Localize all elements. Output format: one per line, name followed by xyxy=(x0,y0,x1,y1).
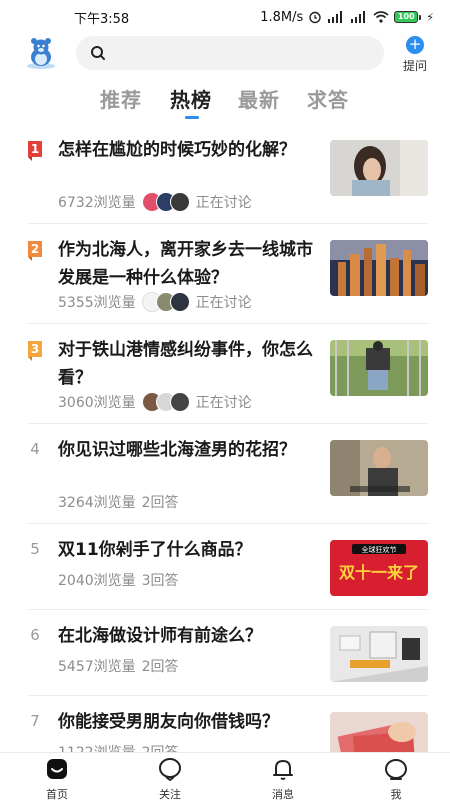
nav-follow[interactable]: 关注 xyxy=(140,757,200,800)
list-item[interactable]: 5 双11你剁手了什么商品？ 2040浏览量 3回答 全球狂欢节 双十一来了 xyxy=(0,524,450,610)
active-tab-indicator xyxy=(185,116,199,119)
question-title[interactable]: 作为北海人，离开家乡去一线城市发展是一种什么体验？ xyxy=(58,236,320,292)
question-meta: 3060浏览量 正在讨论 xyxy=(58,392,252,412)
nav-messages-label: 消息 xyxy=(272,788,294,800)
network-speed: 1.8M/s xyxy=(260,9,304,25)
alarm-icon xyxy=(309,11,321,24)
answer-count: 3回答 xyxy=(141,573,179,589)
view-count: 5355浏览量 xyxy=(58,295,136,311)
avatar xyxy=(169,292,190,312)
tab-latest[interactable]: 最新 xyxy=(238,84,280,113)
question-meta: 6732浏览量 正在讨论 xyxy=(58,192,252,212)
charging-icon: ⚡ xyxy=(426,10,434,24)
list-item[interactable]: 2 作为北海人，离开家乡去一线城市发展是一种什么体验？ 5355浏览量 正在讨论 xyxy=(0,224,450,324)
discussion-status: 正在讨论 xyxy=(195,395,252,411)
battery-level: 100 xyxy=(394,11,419,23)
follow-icon xyxy=(159,758,181,781)
view-count: 3264浏览量 xyxy=(58,495,136,511)
question-thumbnail: 全球狂欢节 双十一来了 xyxy=(330,540,428,596)
nav-home[interactable]: 首页 xyxy=(27,757,87,800)
view-count: 6732浏览量 xyxy=(58,195,136,211)
nav-messages[interactable]: 消息 xyxy=(253,757,313,800)
question-meta: 5457浏览量 2回答 xyxy=(58,656,179,676)
question-meta: 5355浏览量 正在讨论 xyxy=(58,292,252,312)
bottom-navigation: 首页 关注 消息 我 xyxy=(0,752,450,800)
list-item[interactable]: 4 你见识过哪些北海渣男的花招？ 3264浏览量 2回答 xyxy=(0,424,450,524)
participant-avatars xyxy=(141,292,190,312)
rank-number: 4 xyxy=(30,440,40,458)
participant-avatars xyxy=(141,192,190,212)
rank-number: 7 xyxy=(30,712,40,730)
profile-icon xyxy=(385,759,407,780)
plus-icon: + xyxy=(406,36,424,54)
discussion-status: 正在讨论 xyxy=(195,195,252,211)
tab-recommend[interactable]: 推荐 xyxy=(100,84,142,113)
discussion-status: 正在讨论 xyxy=(195,295,252,311)
list-item[interactable]: 1 怎样在尴尬的时候巧妙的化解？ 6732浏览量 正在讨论 xyxy=(0,124,450,224)
feed-tabs: 推荐 热榜 最新 求答 xyxy=(0,84,450,122)
search-icon xyxy=(91,46,105,60)
list-item[interactable]: 7 你能接受男朋友向你借钱吗？ 1122浏览量 2回答 xyxy=(0,696,450,768)
question-thumbnail xyxy=(330,340,428,396)
rank-badge: 1 xyxy=(28,141,42,161)
nav-me-label: 我 xyxy=(390,788,402,800)
question-title[interactable]: 在北海做设计师有前途么？ xyxy=(58,622,320,650)
answer-count: 2回答 xyxy=(141,659,179,675)
battery-icon: 100 xyxy=(394,11,422,23)
status-bar: 下午3:58 1.8M/s 100 ⚡ xyxy=(0,0,450,34)
question-thumbnail xyxy=(330,626,428,682)
avatar xyxy=(169,392,190,412)
app-logo-icon[interactable] xyxy=(24,36,58,70)
nav-follow-label: 关注 xyxy=(159,788,181,800)
thumb-banner-text: 全球狂欢节 xyxy=(362,545,397,554)
thumb-headline-text: 双十一来了 xyxy=(339,563,419,582)
ask-question-button[interactable]: + 提问 xyxy=(398,36,432,76)
view-count: 3060浏览量 xyxy=(58,395,136,411)
nav-home-label: 首页 xyxy=(46,788,68,800)
ask-label: 提问 xyxy=(402,59,427,73)
bell-icon xyxy=(273,760,293,780)
signal-icon xyxy=(328,11,343,23)
rank-number: 5 xyxy=(30,540,40,558)
question-meta: 2040浏览量 3回答 xyxy=(58,570,179,590)
header: + 提问 xyxy=(0,34,450,74)
question-thumbnail xyxy=(330,240,428,296)
rank-number: 6 xyxy=(30,626,40,644)
question-title[interactable]: 双11你剁手了什么商品？ xyxy=(58,536,320,564)
wifi-icon xyxy=(373,11,389,23)
question-title[interactable]: 怎样在尴尬的时候巧妙的化解？ xyxy=(58,136,320,164)
view-count: 2040浏览量 xyxy=(58,573,136,589)
question-title[interactable]: 你能接受男朋友向你借钱吗？ xyxy=(58,708,320,736)
status-time: 下午3:58 xyxy=(74,11,130,27)
participant-avatars xyxy=(141,392,190,412)
question-meta: 3264浏览量 2回答 xyxy=(58,492,179,512)
avatar xyxy=(169,192,190,212)
list-item[interactable]: 6 在北海做设计师有前途么？ 5457浏览量 2回答 xyxy=(0,610,450,696)
signal-icon-2 xyxy=(351,11,366,23)
answer-count: 2回答 xyxy=(141,495,179,511)
question-title[interactable]: 你见识过哪些北海渣男的花招？ xyxy=(58,436,320,464)
question-thumbnail xyxy=(330,440,428,496)
rank-badge: 2 xyxy=(28,241,42,261)
tab-hot-list[interactable]: 热榜 xyxy=(170,84,212,113)
rank-badge: 3 xyxy=(28,341,42,361)
tab-seeking-answers[interactable]: 求答 xyxy=(307,84,349,113)
search-input[interactable] xyxy=(76,36,384,70)
question-thumbnail xyxy=(330,140,428,196)
view-count: 5457浏览量 xyxy=(58,659,136,675)
status-indicators: 1.8M/s 100 ⚡ xyxy=(260,10,434,25)
question-title[interactable]: 对于铁山港情感纠纷事件，你怎么看？ xyxy=(58,336,320,392)
home-icon xyxy=(47,759,67,779)
nav-me[interactable]: 我 xyxy=(366,757,426,800)
list-item[interactable]: 3 对于铁山港情感纠纷事件，你怎么看？ 3060浏览量 正在讨论 xyxy=(0,324,450,424)
